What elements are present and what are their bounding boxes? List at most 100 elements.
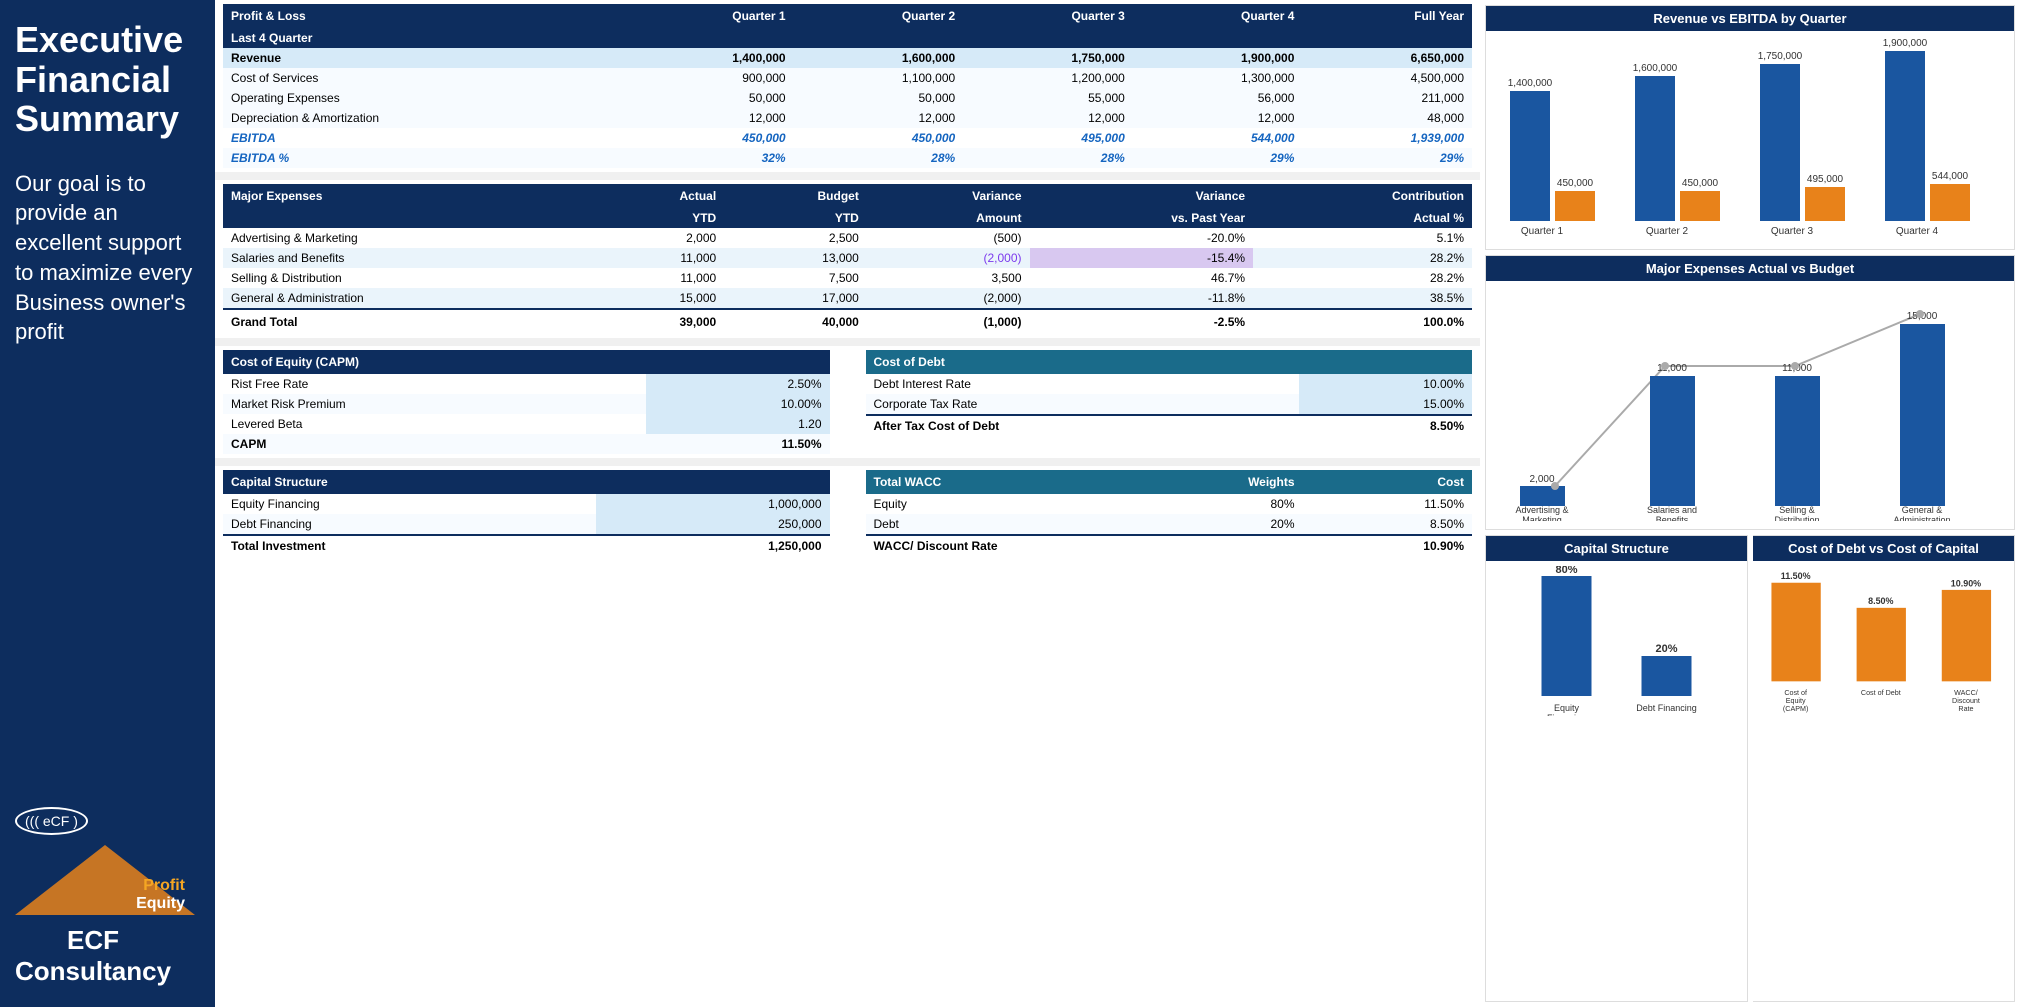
row-var-amt: (500) [867, 228, 1030, 248]
row-fy: 29% [1302, 148, 1472, 168]
wacc-bar-label: 10.90% [1951, 578, 1981, 588]
equity-label: Equity [136, 895, 185, 913]
adv-xlabel2: Marketing [1522, 515, 1562, 521]
q4-axis-label: Quarter 4 [1896, 226, 1939, 236]
row-weight: 20% [1116, 514, 1303, 535]
coe-label: 11.50% [1781, 571, 1811, 581]
wacc-xlabel3: Rate [1958, 705, 1973, 713]
wacc-cost-col: Cost [1303, 470, 1472, 494]
row-label: Equity [866, 494, 1116, 514]
row-label: Corporate Tax Rate [866, 394, 1299, 415]
row-q4: 12,000 [1133, 108, 1303, 128]
pnl-header-row: Profit & Loss Quarter 1 Quarter 2 Quarte… [223, 4, 1472, 28]
row-contrib: 28.2% [1253, 268, 1472, 288]
cost-comparison-chart: Cost of Debt vs Cost of Capital 11.50% C… [1753, 535, 2015, 1002]
table-row: Rist Free Rate 2.50% [223, 374, 830, 394]
grand-total-actual: 39,000 [593, 309, 724, 334]
sal-xlabel2: Benefits [1656, 515, 1689, 521]
pnl-col-q1: Quarter 1 [624, 4, 794, 28]
cost-debt-table: Cost of Debt Debt Interest Rate 10.00% C… [866, 350, 1473, 436]
table-row: Debt Interest Rate 10.00% [866, 374, 1473, 394]
wacc-title: Total WACC [866, 470, 1116, 494]
sal-xlabel: Salaries and [1647, 505, 1697, 515]
row-q3: 1,200,000 [963, 68, 1133, 88]
table-row: Debt 20% 8.50% [866, 514, 1473, 535]
sell-xlabel2: Distribution [1774, 515, 1819, 521]
row-contrib: 28.2% [1253, 248, 1472, 268]
cost-equity-section: Cost of Equity (CAPM) Rist Free Rate 2.5… [223, 350, 830, 454]
capital-structure-chart-area: 80% Equity Financing 20% Debt Financing [1486, 561, 1747, 998]
row-cost: 8.50% [1303, 514, 1472, 535]
row-value: 2.50% [646, 374, 830, 394]
ce-header-row: Cost of Equity (CAPM) [223, 350, 830, 374]
row-q4: 544,000 [1133, 128, 1303, 148]
wacc-section: Total WACC Weights Cost Equity 80% 11.50… [866, 470, 1473, 556]
me-sub-ytd-budget: YTD [724, 208, 867, 228]
adv-actual-label: 2,000 [1529, 474, 1554, 485]
major-expenses-chart: Major Expenses Actual vs Budget 2,000 11… [1485, 255, 2015, 530]
row-q4: 56,000 [1133, 88, 1303, 108]
row-label: Salaries and Benefits [223, 248, 593, 268]
row-label: General & Administration [223, 288, 593, 309]
row-fy: 6,650,000 [1302, 48, 1472, 68]
capital-structure-section: Capital Structure Equity Financing 1,000… [223, 470, 830, 556]
company-name: ECF Consultancy [15, 925, 171, 987]
me-sub-blank [223, 208, 593, 228]
pnl-col-q4: Quarter 4 [1133, 4, 1303, 28]
pnl-subheader-row: Last 4 Quarter [223, 28, 1472, 48]
row-fy: 4,500,000 [1302, 68, 1472, 88]
pnl-col-label: Profit & Loss [223, 4, 624, 28]
coe-xlabel3: (CAPM) [1783, 705, 1808, 713]
row-actual: 2,000 [593, 228, 724, 248]
table-row: Cost of Services 900,000 1,100,000 1,200… [223, 68, 1472, 88]
row-q1: 50,000 [624, 88, 794, 108]
row-q1: 900,000 [624, 68, 794, 88]
row-budget: 7,500 [724, 268, 867, 288]
cost-comparison-title: Cost of Debt vs Cost of Capital [1753, 536, 2014, 561]
equity-xlabel: Equity [1554, 703, 1580, 713]
me-sub-past-year: vs. Past Year [1030, 208, 1254, 228]
table-row: General & Administration 15,000 17,000 (… [223, 288, 1472, 309]
row-actual: 15,000 [593, 288, 724, 309]
total-value: 1,250,000 [596, 535, 830, 556]
table-row: EBITDA 450,000 450,000 495,000 544,000 1… [223, 128, 1472, 148]
row-q3: 1,750,000 [963, 48, 1133, 68]
major-expenses-area: 2,000 11,000 11,000 15,000 Advertising &… [1486, 281, 2014, 521]
q1-revenue-bar [1510, 91, 1550, 221]
row-label: EBITDA % [223, 148, 624, 168]
row-label: Advertising & Marketing [223, 228, 593, 248]
row-budget: 17,000 [724, 288, 867, 309]
ecf-circle-icon: ((( eCF ) [15, 807, 88, 835]
table-row: Equity 80% 11.50% [866, 494, 1473, 514]
q3-axis-label: Quarter 3 [1771, 226, 1814, 236]
gen-xlabel2: Administration [1893, 515, 1950, 521]
pnl-col-q3: Quarter 3 [963, 4, 1133, 28]
row-label: Levered Beta [223, 414, 646, 434]
grand-total-contrib: 100.0% [1253, 309, 1472, 334]
q2-rev-label: 1,600,000 [1633, 63, 1678, 74]
wacc-bar [1942, 590, 1991, 681]
row-budget: 2,500 [724, 228, 867, 248]
cost-row: Cost of Equity (CAPM) Rist Free Rate 2.5… [215, 346, 1480, 458]
section-divider [215, 172, 1480, 180]
wacc-weights-col: Weights [1116, 470, 1303, 494]
equity-xlabel2: Financing [1547, 713, 1586, 716]
major-expenses-svg: 2,000 11,000 11,000 15,000 Advertising &… [1496, 286, 2004, 521]
row-var-amt: 3,500 [867, 268, 1030, 288]
cod-xlabel: Cost of Debt [1861, 689, 1901, 697]
row-contrib: 38.5% [1253, 288, 1472, 309]
main-container: Executive Financial Summary Our goal is … [0, 0, 2020, 1007]
row-q2: 12,000 [794, 108, 964, 128]
tagline: Our goal is to provide an excellent supp… [15, 169, 200, 347]
wacc-xlabel2: Discount [1952, 697, 1980, 705]
table-row: CAPM 11.50% [223, 434, 830, 454]
row-q1: 450,000 [624, 128, 794, 148]
row-fy: 1,939,000 [1302, 128, 1472, 148]
row-q3: 55,000 [963, 88, 1133, 108]
adv-xlabel: Advertising & [1515, 505, 1568, 515]
row-q4: 29% [1133, 148, 1303, 168]
pnl-col-q2: Quarter 2 [794, 4, 964, 28]
row-q3: 495,000 [963, 128, 1133, 148]
cs-header-row: Capital Structure [223, 470, 830, 494]
gen-xlabel: General & [1902, 505, 1943, 515]
